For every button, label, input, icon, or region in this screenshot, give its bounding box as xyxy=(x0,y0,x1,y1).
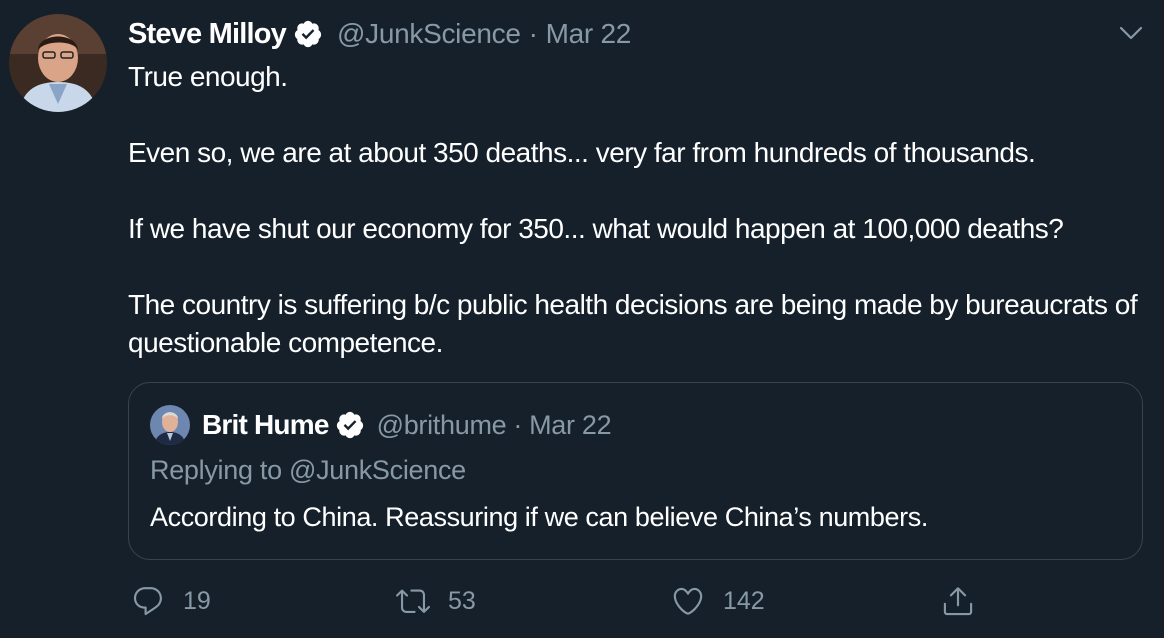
verified-badge-icon xyxy=(293,19,323,49)
quoted-tweet-header: Brit Hume @brithume · Mar 22 xyxy=(150,403,612,447)
tweet-paragraph: The country is suffering b/c public heal… xyxy=(128,289,1138,358)
share-icon xyxy=(943,587,973,616)
tweet-paragraph: Even so, we are at about 350 deaths... v… xyxy=(128,137,1036,168)
reply-button[interactable]: 19 xyxy=(131,582,211,620)
tweet-date[interactable]: Mar 22 xyxy=(546,18,632,50)
like-count: 142 xyxy=(723,586,765,615)
like-button[interactable]: 142 xyxy=(671,582,765,620)
tweet-paragraph: If we have shut our economy for 350... w… xyxy=(128,213,1064,244)
verified-badge-icon xyxy=(335,410,365,440)
quoted-header-separator: · xyxy=(513,409,523,440)
quoted-tweet[interactable]: Brit Hume @brithume · Mar 22 Replying to… xyxy=(128,382,1143,560)
tweet-paragraph: True enough. xyxy=(128,61,288,92)
chevron-down-icon[interactable] xyxy=(1116,18,1146,48)
author-name[interactable]: Steve Milloy xyxy=(128,18,287,51)
header-separator: · xyxy=(528,18,538,49)
quoted-author-avatar xyxy=(150,405,190,445)
share-button[interactable] xyxy=(941,582,975,620)
author-avatar[interactable] xyxy=(9,14,107,112)
quoted-tweet-text: According to China. Reassuring if we can… xyxy=(150,502,928,532)
retweet-count: 53 xyxy=(448,586,476,615)
reply-count: 19 xyxy=(183,586,211,615)
reply-context: Replying to @JunkScience xyxy=(150,455,466,485)
heart-icon xyxy=(673,587,703,615)
retweet-icon xyxy=(396,589,430,613)
quoted-author-handle[interactable]: @brithume xyxy=(377,410,507,441)
tweet-header: Steve Milloy @JunkScience · Mar 22 xyxy=(128,14,631,54)
tweet-text: True enough. Even so, we are at about 35… xyxy=(128,58,1153,362)
author-handle[interactable]: @JunkScience xyxy=(337,18,521,50)
quoted-tweet-date[interactable]: Mar 22 xyxy=(529,410,612,441)
reply-bubble-icon xyxy=(133,587,162,616)
quoted-author-name[interactable]: Brit Hume xyxy=(202,409,329,441)
retweet-button[interactable]: 53 xyxy=(396,582,476,620)
